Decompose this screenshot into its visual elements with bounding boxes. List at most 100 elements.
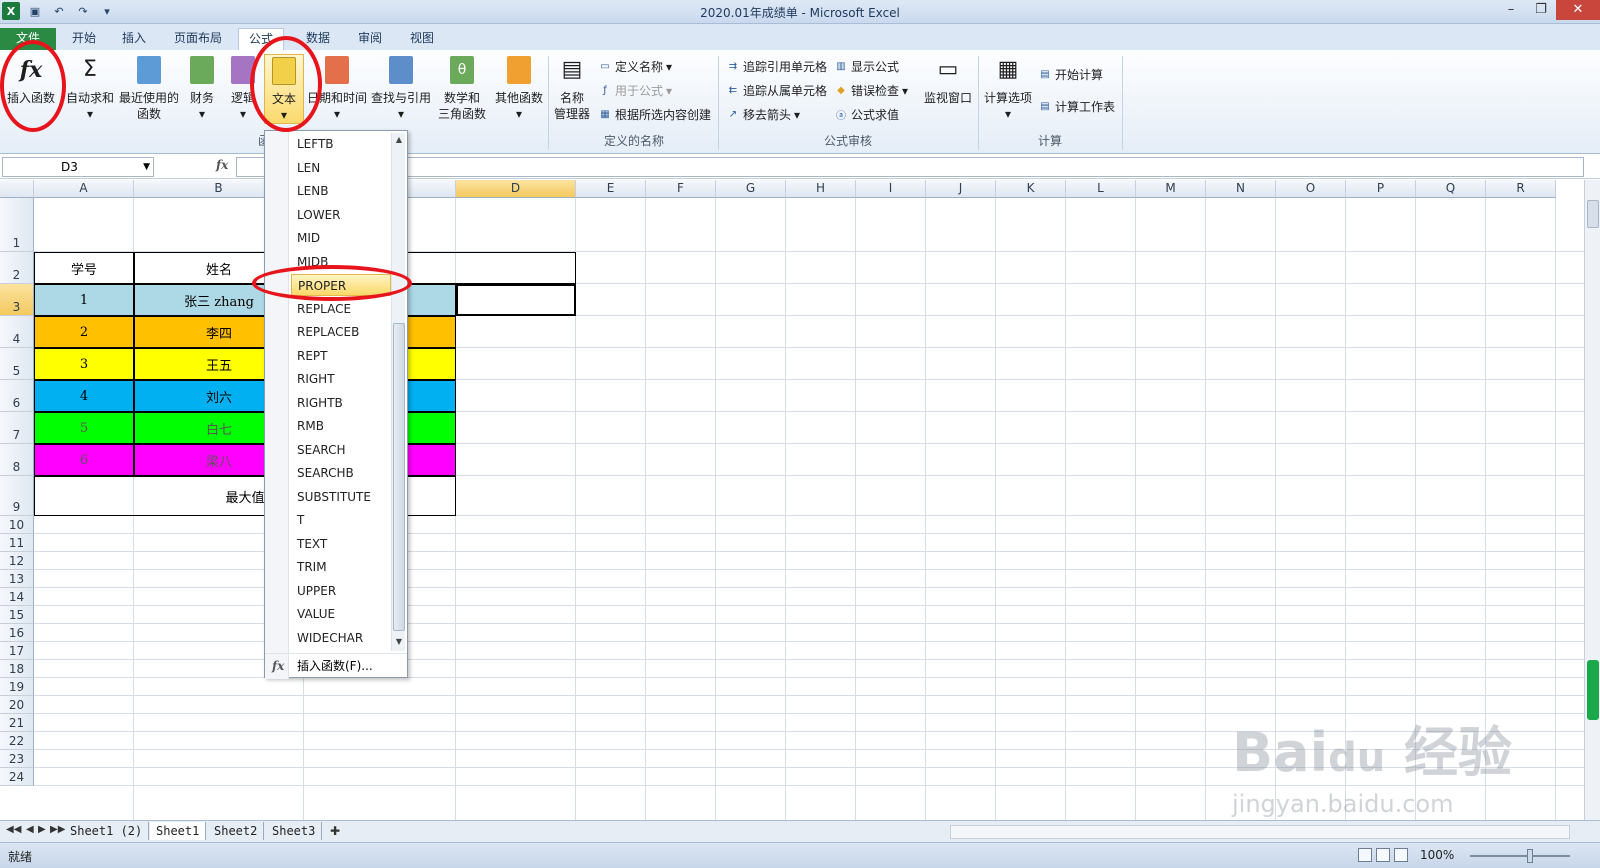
- column-header[interactable]: F: [646, 180, 716, 198]
- page-layout-view-icon[interactable]: [1376, 848, 1390, 862]
- tab-view[interactable]: 视图: [400, 28, 444, 50]
- watch-window-button[interactable]: ▭ 监视窗口: [920, 54, 976, 106]
- close-icon[interactable]: ✕: [1556, 0, 1600, 20]
- trace-precedents-button[interactable]: ⇉ 追踪引用单元格: [726, 58, 827, 75]
- tab-formulas[interactable]: 公式: [238, 28, 284, 50]
- column-header[interactable]: D: [456, 180, 576, 198]
- menu-item-text[interactable]: TEXT: [291, 533, 391, 555]
- menu-scroll-thumb[interactable]: [393, 323, 405, 631]
- row-header[interactable]: 8: [0, 444, 34, 476]
- tab-review[interactable]: 审阅: [348, 28, 392, 50]
- first-sheet-icon[interactable]: ◀◀: [6, 824, 21, 835]
- autosum-button[interactable]: Σ 自动求和 ▾: [64, 54, 116, 122]
- column-header[interactable]: H: [786, 180, 856, 198]
- zoom-slider-knob[interactable]: [1527, 849, 1533, 863]
- menu-item-searchb[interactable]: SEARCHB: [291, 462, 391, 484]
- sheet-tab[interactable]: Sheet3: [266, 822, 323, 840]
- recently-used-button[interactable]: 最近使用的 函数: [118, 54, 180, 122]
- math-trig-button[interactable]: θ 数学和 三角函数: [432, 54, 492, 122]
- menu-item-rmb[interactable]: RMB: [291, 415, 391, 437]
- row-header[interactable]: 20: [0, 696, 34, 714]
- active-cell-d3[interactable]: [456, 284, 576, 316]
- row-header[interactable]: 24: [0, 768, 34, 786]
- column-header[interactable]: L: [1066, 180, 1136, 198]
- menu-item-value[interactable]: VALUE: [291, 603, 391, 625]
- row-header[interactable]: 13: [0, 570, 34, 588]
- next-sheet-icon[interactable]: ▶: [38, 824, 46, 835]
- menu-item-upper[interactable]: UPPER: [291, 580, 391, 602]
- insert-function-fx-icon[interactable]: fx: [216, 158, 228, 172]
- row-header[interactable]: 19: [0, 678, 34, 696]
- menu-item-replace[interactable]: REPLACE: [291, 298, 391, 320]
- menu-item-proper[interactable]: PROPER: [291, 274, 391, 296]
- tab-data[interactable]: 数据: [296, 28, 340, 50]
- show-formulas-button[interactable]: ▥ 显示公式: [834, 58, 899, 75]
- remove-arrows-button[interactable]: ↗ 移去箭头 ▾: [726, 106, 800, 123]
- row-header[interactable]: 10: [0, 516, 34, 534]
- column-header[interactable]: N: [1206, 180, 1276, 198]
- row-header[interactable]: 6: [0, 380, 34, 412]
- column-header[interactable]: I: [856, 180, 926, 198]
- row-header[interactable]: 16: [0, 624, 34, 642]
- row-header[interactable]: 15: [0, 606, 34, 624]
- row-header[interactable]: 14: [0, 588, 34, 606]
- menu-item-midb[interactable]: MIDB: [291, 251, 391, 273]
- column-header[interactable]: M: [1136, 180, 1206, 198]
- sheet-tab-active[interactable]: Sheet1: [150, 822, 207, 840]
- menu-item-lower[interactable]: LOWER: [291, 204, 391, 226]
- row-header[interactable]: 2: [0, 252, 34, 284]
- menu-item-lenb[interactable]: LENB: [291, 180, 391, 202]
- define-name-button[interactable]: ▭ 定义名称 ▾: [598, 58, 672, 75]
- datetime-button[interactable]: 日期和时间 ▾: [306, 54, 368, 122]
- tab-page-layout[interactable]: 页面布局: [166, 28, 230, 50]
- row-header[interactable]: 4: [0, 316, 34, 348]
- vertical-scrollbar[interactable]: [1584, 180, 1600, 820]
- menu-item-right[interactable]: RIGHT: [291, 368, 391, 390]
- column-header[interactable]: K: [996, 180, 1066, 198]
- menu-item-substitute[interactable]: SUBSTITUTE: [291, 486, 391, 508]
- column-header[interactable]: J: [926, 180, 996, 198]
- row-header[interactable]: 22: [0, 732, 34, 750]
- cell-student-id[interactable]: 3: [34, 348, 134, 380]
- column-header[interactable]: P: [1346, 180, 1416, 198]
- row-header[interactable]: 23: [0, 750, 34, 768]
- menu-item-mid[interactable]: MID: [291, 227, 391, 249]
- column-header[interactable]: R: [1486, 180, 1556, 198]
- scroll-up-icon[interactable]: ▲: [393, 133, 405, 147]
- trace-dependents-button[interactable]: ⇇ 追踪从属单元格: [726, 82, 827, 99]
- row-header[interactable]: 11: [0, 534, 34, 552]
- create-from-selection-button[interactable]: ▦ 根据所选内容创建: [598, 106, 711, 123]
- menu-item-rept[interactable]: REPT: [291, 345, 391, 367]
- header-student-id[interactable]: 学号: [34, 252, 134, 284]
- logical-button[interactable]: 逻辑 ▾: [226, 54, 260, 122]
- menu-item-trim[interactable]: TRIM: [291, 556, 391, 578]
- more-functions-button[interactable]: 其他函数 ▾: [494, 54, 544, 122]
- column-header[interactable]: E: [576, 180, 646, 198]
- column-header[interactable]: A: [34, 180, 134, 198]
- menu-scrollbar[interactable]: ▲ ▼: [391, 133, 405, 651]
- row-header[interactable]: 9: [0, 476, 34, 516]
- minimize-icon[interactable]: –: [1496, 0, 1526, 20]
- row-header[interactable]: 12: [0, 552, 34, 570]
- menu-insert-function[interactable]: fx 插入函数(F)...: [265, 653, 407, 677]
- insert-sheet-icon[interactable]: ✚: [330, 824, 340, 838]
- menu-item-search[interactable]: SEARCH: [291, 439, 391, 461]
- sheet-tab[interactable]: Sheet2: [208, 822, 265, 840]
- evaluate-formula-button[interactable]: ⓐ 公式求值: [834, 106, 899, 123]
- menu-item-t[interactable]: T: [291, 509, 391, 531]
- column-header[interactable]: O: [1276, 180, 1346, 198]
- cell-student-id[interactable]: 2: [34, 316, 134, 348]
- prev-sheet-icon[interactable]: ◀: [26, 824, 34, 835]
- name-box[interactable]: D3 ▼: [2, 157, 154, 177]
- row-header[interactable]: 3: [0, 284, 34, 316]
- menu-item-leftb[interactable]: LEFTB: [291, 133, 391, 155]
- tab-file[interactable]: 文件: [0, 28, 56, 50]
- column-header[interactable]: G: [716, 180, 786, 198]
- page-break-view-icon[interactable]: [1394, 848, 1408, 862]
- calculate-sheet-button[interactable]: ▤ 计算工作表: [1038, 98, 1115, 115]
- horizontal-scrollbar[interactable]: [950, 825, 1570, 839]
- use-in-formula-button[interactable]: ƒ 用于公式 ▾: [598, 82, 672, 99]
- zoom-level[interactable]: 100%: [1420, 848, 1454, 862]
- chevron-down-icon[interactable]: ▼: [143, 158, 150, 176]
- financial-button[interactable]: 财务 ▾: [182, 54, 222, 122]
